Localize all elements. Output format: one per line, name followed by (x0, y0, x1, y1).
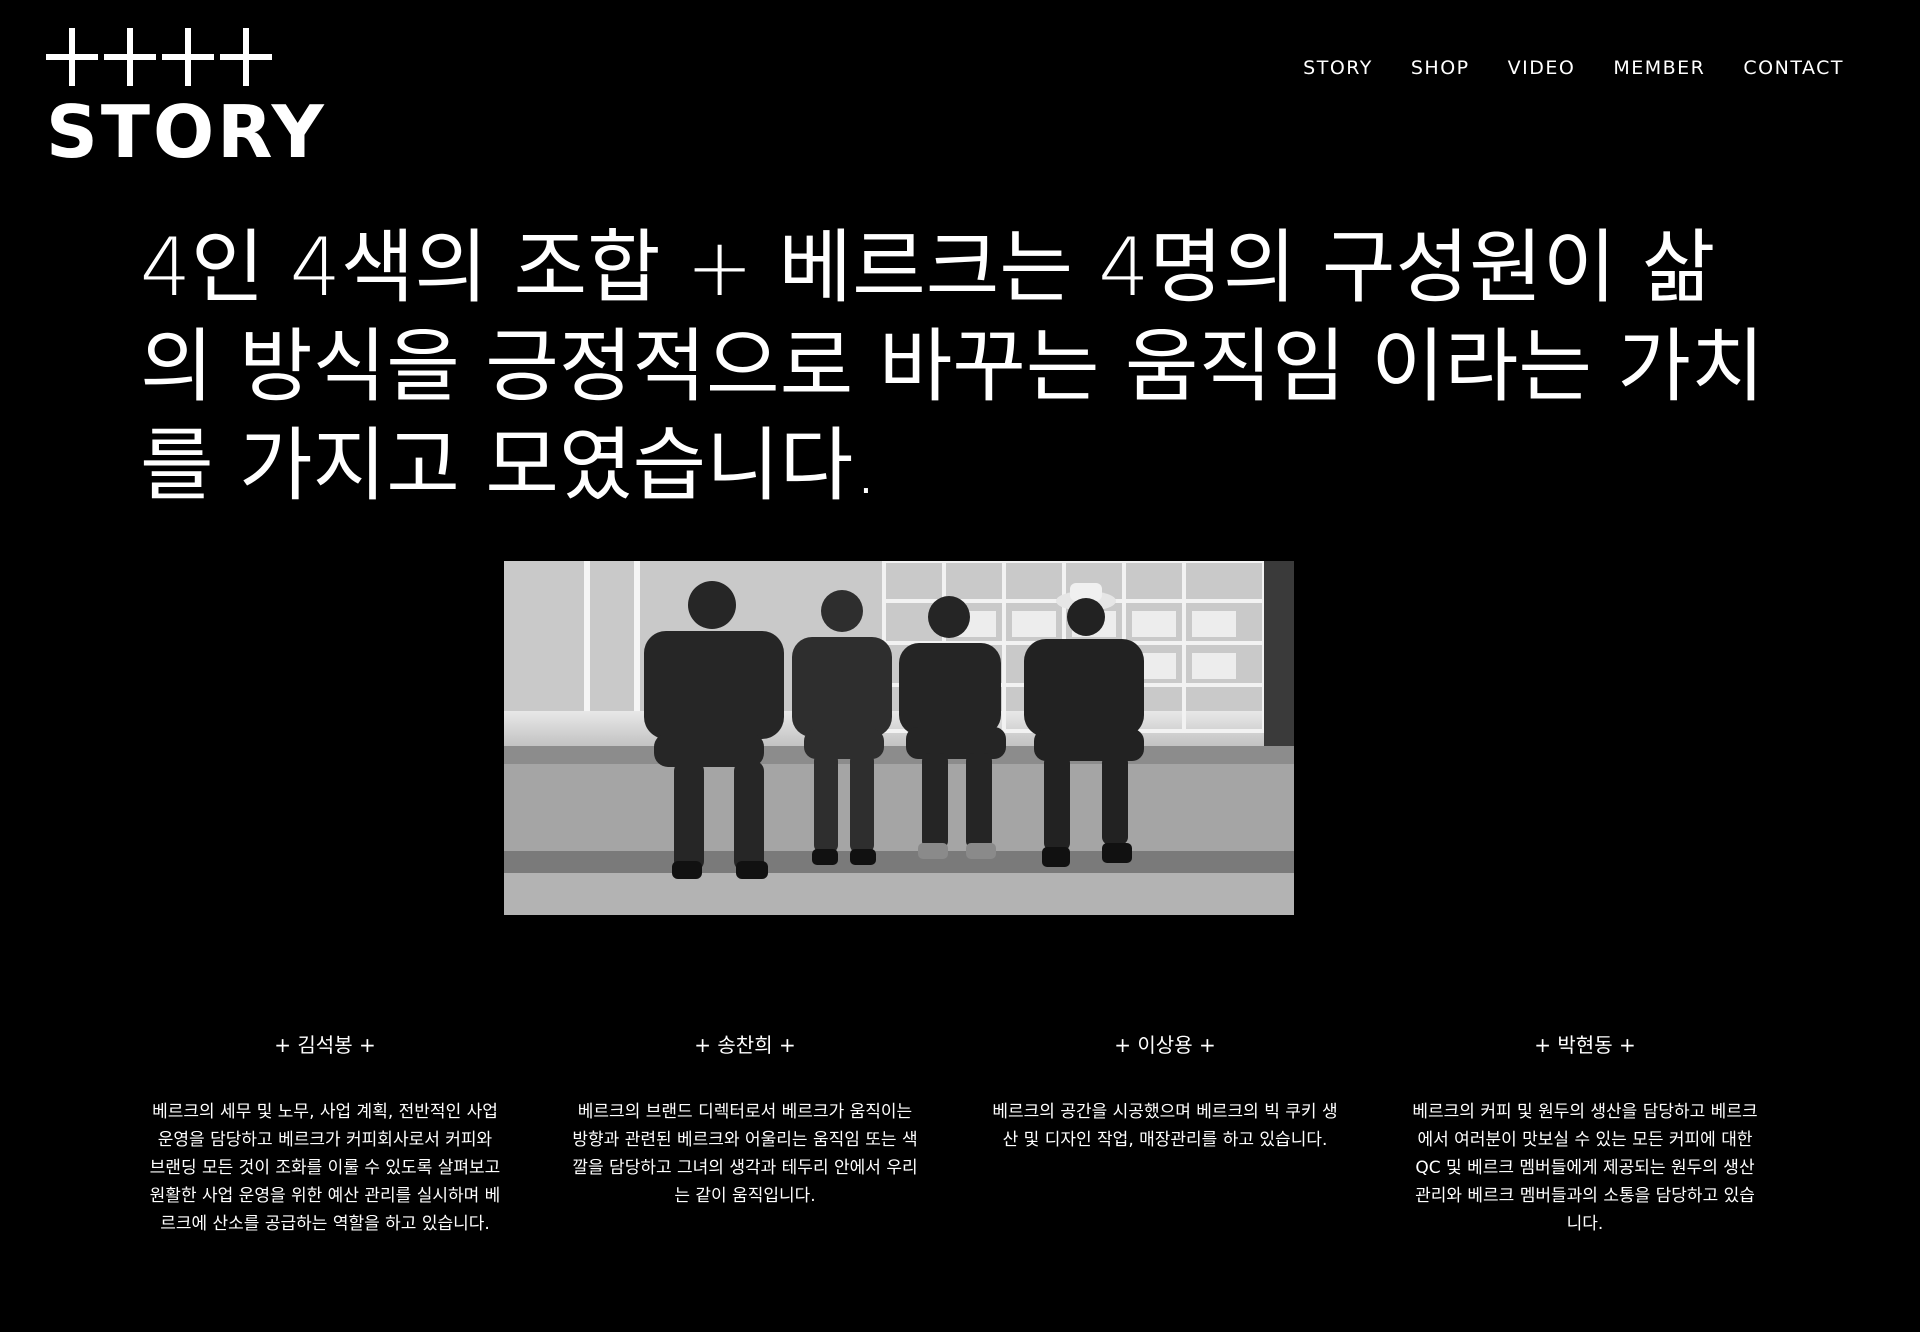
member-description: 베르크의 커피 및 원두의 생산을 담당하고 베르크에서 여러분이 맛보실 수 … (1412, 1102, 1758, 1234)
plus-icon (220, 28, 272, 86)
site-logo[interactable]: STORY (46, 28, 326, 168)
nav-item-story[interactable]: STORY (1303, 56, 1373, 80)
page-headline: 4인 4색의 조합 + 베르크는 4명의 구성원이 삶의 방식을 긍정적으로 바… (140, 221, 1765, 512)
member-description: 베르크의 세무 및 노무, 사업 계획, 전반적인 사업 운영을 담당하고 베르… (149, 1102, 501, 1234)
member-description: 베르크의 브랜드 디렉터로서 베르크가 움직이는 방향과 관련된 베르크와 어울… (572, 1102, 918, 1206)
nav-item-member[interactable]: MEMBER (1613, 56, 1705, 80)
member-card: + 김석봉 + 베르크의 세무 및 노무, 사업 계획, 전반적인 사업 운영을… (140, 1030, 510, 1238)
member-description: 베르크의 공간을 시공했으며 베르크의 빅 쿠키 생산 및 디자인 작업, 매장… (992, 1102, 1338, 1150)
member-name: + 이상용 + (1114, 1033, 1216, 1057)
main-nav: STORY SHOP VIDEO MEMBER CONTACT (1303, 56, 1844, 80)
plus-icon (46, 28, 98, 86)
logo-plus-marks (46, 28, 326, 92)
member-name: + 송찬희 + (694, 1033, 796, 1057)
logo-title: STORY (46, 90, 327, 174)
nav-item-shop[interactable]: SHOP (1411, 56, 1470, 80)
member-name: + 박현동 + (1534, 1033, 1636, 1057)
member-card: + 송찬희 + 베르크의 브랜드 디렉터로서 베르크가 움직이는 방향과 관련된… (560, 1030, 930, 1238)
nav-item-video[interactable]: VIDEO (1508, 56, 1576, 80)
plus-icon (104, 28, 156, 86)
member-card: + 박현동 + 베르크의 커피 및 원두의 생산을 담당하고 베르크에서 여러분… (1400, 1030, 1770, 1238)
team-photo (504, 561, 1294, 915)
plus-icon (162, 28, 214, 86)
nav-item-contact[interactable]: CONTACT (1743, 56, 1844, 80)
member-list: + 김석봉 + 베르크의 세무 및 노무, 사업 계획, 전반적인 사업 운영을… (140, 1030, 1770, 1238)
member-card: + 이상용 + 베르크의 공간을 시공했으며 베르크의 빅 쿠키 생산 및 디자… (980, 1030, 1350, 1238)
member-name: + 김석봉 + (274, 1033, 376, 1057)
